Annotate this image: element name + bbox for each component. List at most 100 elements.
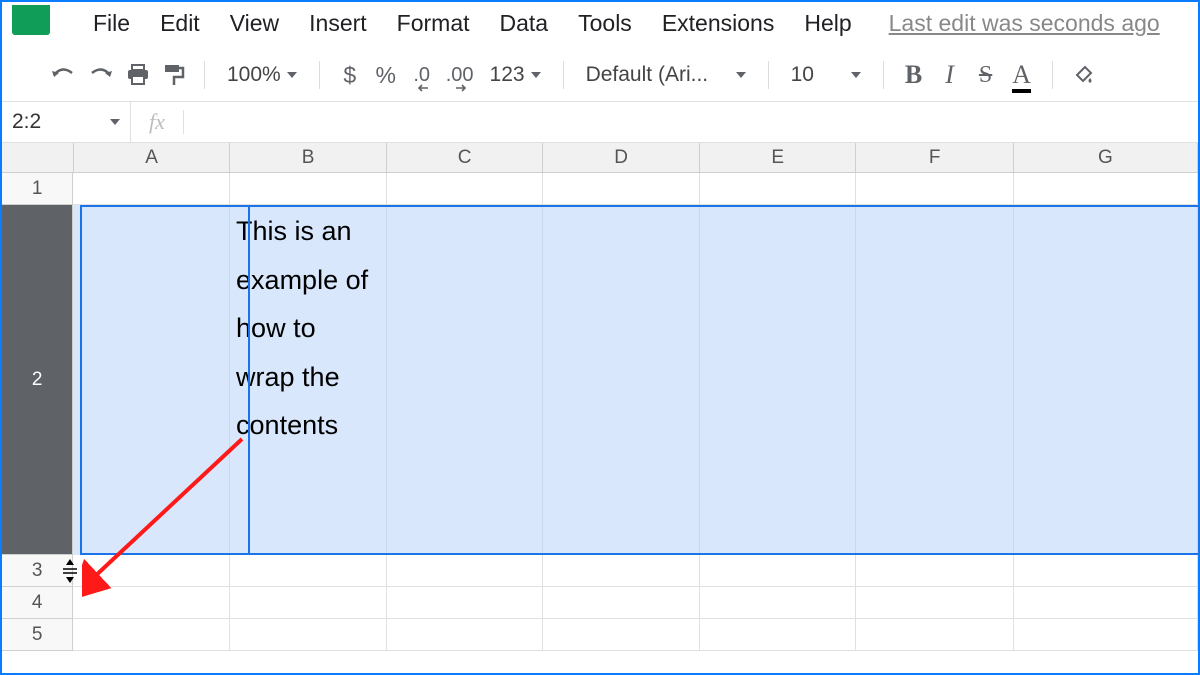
fx-icon: fx [131,109,183,135]
toolbar-separator [1052,61,1053,89]
chevron-down-icon [851,72,861,78]
toolbar-separator [204,61,205,89]
cell-f5[interactable] [856,619,1014,651]
toolbar-separator [768,61,769,89]
menu-tools[interactable]: Tools [563,6,647,41]
column-header-e[interactable]: E [700,143,857,173]
toolbar-separator [319,61,320,89]
currency-button[interactable]: $ [332,57,368,93]
more-formats-dropdown[interactable]: 123 [480,57,551,93]
print-icon[interactable] [120,57,156,93]
chevron-down-icon [531,72,541,78]
row-2: 2 This is an example of how to wrap the … [2,205,1198,555]
menu-format[interactable]: Format [382,6,485,41]
toolbar-separator [883,61,884,89]
row-4: 4 [2,587,1198,619]
cell-e5[interactable] [700,619,857,651]
cell-f4[interactable] [856,587,1014,619]
redo-icon[interactable] [82,57,120,93]
increase-decimal-button[interactable]: .00 [440,57,480,93]
fill-color-icon[interactable] [1065,57,1101,93]
name-box[interactable]: 2:2 [2,110,130,134]
cell-b5[interactable] [230,619,387,651]
cell-a5[interactable] [73,619,230,651]
percent-button[interactable]: % [368,57,404,93]
paint-format-icon[interactable] [156,57,192,93]
cell-g4[interactable] [1014,587,1198,619]
cell-g2[interactable] [1014,205,1198,555]
bold-button[interactable]: B [896,57,932,93]
row-header-2[interactable]: 2 [2,205,73,555]
cell-d2[interactable] [543,205,700,555]
menu-insert[interactable]: Insert [294,6,382,41]
cell-f3[interactable] [856,555,1014,587]
menu-file[interactable]: File [78,6,145,41]
undo-icon[interactable] [44,57,82,93]
cell-g1[interactable] [1014,173,1198,205]
cell-b3[interactable] [230,555,387,587]
row-header-5[interactable]: 5 [2,619,73,651]
cell-d3[interactable] [543,555,700,587]
chevron-down-icon [110,119,120,125]
column-header-c[interactable]: C [387,143,544,173]
cell-b1[interactable] [230,173,387,205]
app-logo-icon [12,5,50,35]
cell-a1[interactable] [73,173,230,205]
menu-extensions[interactable]: Extensions [647,6,790,41]
cell-b2[interactable]: This is an example of how to wrap the co… [230,205,387,555]
last-edit-link[interactable]: Last edit was seconds ago [889,10,1160,37]
select-all-corner[interactable] [2,143,74,173]
strikethrough-button[interactable]: S [968,57,1004,93]
row-5: 5 [2,619,1198,651]
cell-g3[interactable] [1014,555,1198,587]
spreadsheet-grid: A B C D E F G 1 2 This is an example of … [2,143,1198,651]
menu-data[interactable]: Data [485,6,564,41]
italic-button[interactable]: I [932,57,968,93]
cell-c3[interactable] [387,555,544,587]
column-header-a[interactable]: A [74,143,231,173]
chevron-down-icon [736,72,746,78]
menu-edit[interactable]: Edit [145,6,215,41]
cell-a4[interactable] [73,587,230,619]
column-header-d[interactable]: D [543,143,700,173]
cell-f2[interactable] [856,205,1014,555]
chevron-down-icon [287,72,297,78]
row-header-3[interactable]: 3 [2,555,73,587]
cell-e3[interactable] [700,555,857,587]
column-header-g[interactable]: G [1014,143,1198,173]
menu-help[interactable]: Help [789,6,866,41]
text-color-button[interactable]: A [1004,57,1040,93]
cell-f1[interactable] [856,173,1014,205]
decrease-decimal-button[interactable]: .0 [404,57,440,93]
formula-bar-row: 2:2 fx [2,101,1198,143]
menu-view[interactable]: View [215,6,294,41]
cell-e2[interactable] [700,205,857,555]
toolbar-separator [563,61,564,89]
cell-c2[interactable] [387,205,544,555]
zoom-dropdown[interactable]: 100% [217,57,307,93]
cell-d4[interactable] [543,587,700,619]
cell-g5[interactable] [1014,619,1198,651]
cell-d1[interactable] [543,173,700,205]
cell-e1[interactable] [700,173,857,205]
column-header-b[interactable]: B [230,143,387,173]
font-size-dropdown[interactable]: 10 [781,57,871,93]
cell-b4[interactable] [230,587,387,619]
column-header-f[interactable]: F [856,143,1013,173]
column-headers: A B C D E F G [2,143,1198,173]
cell-d5[interactable] [543,619,700,651]
zoom-value: 100% [227,63,281,87]
cell-a3[interactable] [73,555,230,587]
menubar: File Edit View Insert Format Data Tools … [2,2,1198,49]
cell-c5[interactable] [387,619,544,651]
cell-c1[interactable] [387,173,544,205]
cell-c4[interactable] [387,587,544,619]
row-1: 1 [2,173,1198,205]
formula-input[interactable] [184,102,1198,142]
toolbar: 100% $ % .0 .00 123 Default (Ari... 10 B… [2,49,1198,101]
font-dropdown[interactable]: Default (Ari... [576,57,756,93]
row-header-1[interactable]: 1 [2,173,73,205]
cell-a2[interactable] [73,205,230,555]
cell-e4[interactable] [700,587,857,619]
row-header-4[interactable]: 4 [2,587,73,619]
